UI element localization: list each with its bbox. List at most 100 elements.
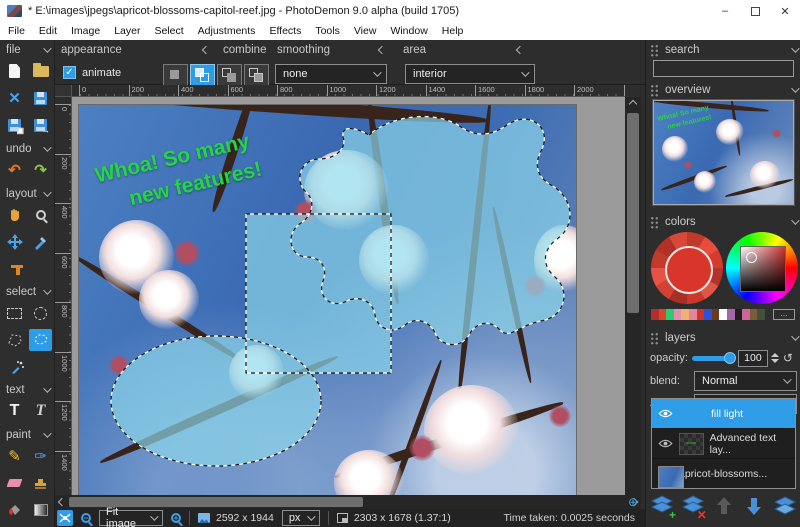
image-canvas[interactable]: Whoa! So many new features! <box>72 97 625 495</box>
overview-panel-header[interactable]: overview <box>650 82 797 98</box>
lasso-select-tool[interactable] <box>29 329 52 351</box>
drag-grip-icon[interactable] <box>650 332 659 345</box>
search-input[interactable] <box>653 60 794 77</box>
delete-layer-button[interactable]: ✕ <box>679 492 707 520</box>
opacity-reset-button[interactable]: ↺ <box>783 351 793 365</box>
palette-swatch[interactable] <box>727 309 735 320</box>
move-layer-up-button[interactable] <box>710 492 738 520</box>
menu-item[interactable]: File <box>8 25 25 37</box>
combine-intersect-button[interactable] <box>244 64 269 86</box>
rectangle-select-tool[interactable] <box>3 302 26 324</box>
blend-mode-dropdown[interactable]: Normal <box>694 371 797 391</box>
drag-grip-icon[interactable] <box>650 44 659 57</box>
stepper-down-icon[interactable] <box>771 359 779 363</box>
layer-row-apricot-blossoms[interactable]: apricot-blossoms... <box>652 459 795 489</box>
menu-item[interactable]: Effects <box>269 25 301 37</box>
layer-visibility-icon[interactable] <box>658 409 673 418</box>
layer-order-button[interactable] <box>771 492 799 520</box>
polygon-select-tool[interactable] <box>3 329 26 351</box>
menu-item[interactable]: Help <box>442 25 464 37</box>
menu-item[interactable]: View <box>354 25 377 37</box>
menu-item[interactable]: Image <box>71 25 100 37</box>
clone-stamp-tool[interactable] <box>29 472 52 494</box>
layer-visibility-icon[interactable] <box>658 439 673 448</box>
smoothing-dropdown[interactable]: none <box>275 64 387 84</box>
combine-replace-button[interactable] <box>163 64 188 86</box>
hue-wheel[interactable] <box>726 232 798 304</box>
fit-canvas-button[interactable] <box>57 510 73 526</box>
palette-more-button[interactable]: ... <box>773 309 795 320</box>
appearance-section-header[interactable]: appearance <box>61 44 209 56</box>
advanced-text-tool[interactable]: T <box>29 400 52 422</box>
vertical-scrollbar[interactable] <box>625 97 641 495</box>
drag-grip-icon[interactable] <box>650 84 659 97</box>
palette-swatch[interactable] <box>697 309 705 320</box>
zoom-mode-dropdown[interactable]: Fit image <box>99 510 163 526</box>
color-harmony-wheel[interactable] <box>651 232 723 304</box>
opacity-slider-knob[interactable] <box>724 352 736 364</box>
new-image-button[interactable] <box>3 60 26 82</box>
undo-button[interactable]: ↶ <box>3 159 26 181</box>
palette-swatch[interactable] <box>704 309 712 320</box>
undo-section-header[interactable]: undo <box>0 141 55 156</box>
combine-add-button[interactable] <box>190 64 215 86</box>
text-tool[interactable]: T <box>3 400 26 422</box>
palette-swatch[interactable] <box>765 309 773 320</box>
drag-grip-icon[interactable] <box>650 216 659 229</box>
palette-swatch[interactable] <box>712 309 720 320</box>
palette-swatch[interactable] <box>674 309 682 320</box>
overview-thumbnail[interactable]: Whoa! So many new features! <box>653 100 794 205</box>
layers-panel-header[interactable]: layers <box>650 330 797 346</box>
opacity-slider[interactable] <box>692 356 734 361</box>
add-layer-button[interactable]: + <box>648 492 676 520</box>
layout-section-header[interactable]: layout <box>0 186 55 201</box>
text-section-header[interactable]: text <box>0 382 55 397</box>
ellipse-select-tool[interactable] <box>29 302 52 324</box>
save-as-button[interactable]: → <box>29 114 52 136</box>
file-section-header[interactable]: file <box>0 42 55 57</box>
color-picker-tool[interactable] <box>29 231 52 253</box>
palette-swatch[interactable] <box>742 309 750 320</box>
collapse-icon[interactable] <box>378 46 386 54</box>
palette-swatch[interactable] <box>659 309 667 320</box>
stepper-up-icon[interactable] <box>771 353 779 357</box>
move-tool[interactable] <box>3 231 26 253</box>
colors-panel-header[interactable]: colors <box>650 214 797 230</box>
palette-swatch[interactable] <box>735 309 743 320</box>
menu-item[interactable]: Select <box>154 25 183 37</box>
redo-button[interactable]: ↷ <box>29 159 52 181</box>
opacity-stepper[interactable] <box>771 353 779 363</box>
palette-swatch[interactable] <box>689 309 697 320</box>
close-button[interactable]: ✕ <box>770 0 800 22</box>
maximize-button[interactable] <box>740 0 770 22</box>
select-section-header[interactable]: select <box>0 284 55 299</box>
gradient-tool[interactable] <box>29 499 52 521</box>
open-image-button[interactable] <box>29 60 52 82</box>
pencil-tool[interactable]: ✎ <box>3 445 26 467</box>
search-panel-header[interactable]: search <box>650 42 797 58</box>
opacity-value[interactable]: 100 <box>738 350 768 367</box>
menu-item[interactable]: Layer <box>114 25 140 37</box>
move-layer-down-button[interactable] <box>740 492 768 520</box>
canvas-navigator-button[interactable]: ⊕ <box>625 495 641 509</box>
collapse-icon[interactable] <box>516 46 524 54</box>
palette-swatch[interactable] <box>750 309 758 320</box>
layer-row-fill-light[interactable]: fill light <box>652 399 795 429</box>
scroll-up-button[interactable] <box>625 97 641 111</box>
smoothing-section-header[interactable]: smoothing <box>277 44 385 56</box>
zoom-out-button[interactable]: − <box>81 513 91 523</box>
paint-section-header[interactable]: paint <box>0 427 55 442</box>
palette-swatch[interactable] <box>651 309 659 320</box>
close-image-button[interactable]: ✕ <box>3 87 26 109</box>
palette-swatch[interactable] <box>719 309 727 320</box>
combine-subtract-button[interactable] <box>217 64 242 86</box>
paintbrush-tool[interactable]: ✑ <box>29 445 52 467</box>
palette-swatch[interactable] <box>681 309 689 320</box>
area-section-header[interactable]: area <box>403 44 523 56</box>
measure-tool[interactable] <box>6 258 29 280</box>
menu-item[interactable]: Adjustments <box>198 25 256 37</box>
area-dropdown[interactable]: interior <box>405 64 535 84</box>
hand-tool[interactable] <box>3 204 26 226</box>
zoom-in-button[interactable]: + <box>171 513 181 523</box>
layer-row-advanced-text[interactable]: ≈≈≈ Advanced text lay... <box>652 429 795 459</box>
